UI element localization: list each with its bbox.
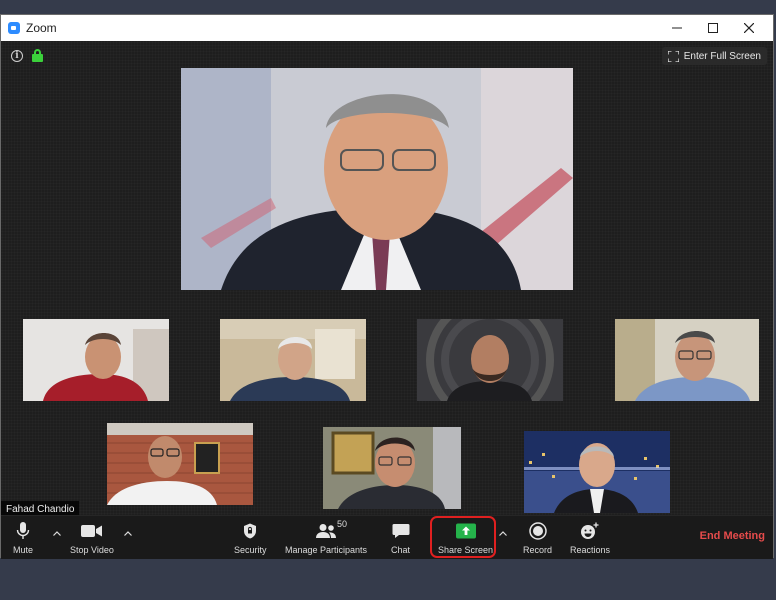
chat-button[interactable]: Chat xyxy=(391,520,410,555)
video-tile-participant-1[interactable] xyxy=(23,319,169,401)
participants-icon xyxy=(316,524,337,538)
video-tile-active-speaker[interactable] xyxy=(181,68,573,290)
microphone-icon xyxy=(16,522,30,539)
window-controls xyxy=(659,15,767,41)
video-options-caret[interactable] xyxy=(123,528,133,538)
zoom-window: Zoom i Enter Full Screen Fahad Chandio M… xyxy=(0,14,774,559)
meeting-status-icons: i xyxy=(11,49,43,62)
reactions-label: Reactions xyxy=(570,545,611,555)
manage-participants-button[interactable]: Manage Participants xyxy=(285,520,367,555)
video-feed xyxy=(23,319,169,401)
chat-icon xyxy=(392,524,409,538)
meeting-toolbar: Mute Stop Video Security Manage Particip… xyxy=(1,515,773,559)
record-label: Record xyxy=(523,545,553,555)
manage-participants-label: Manage Participants xyxy=(285,545,368,555)
chat-label: Chat xyxy=(391,545,411,555)
share-screen-highlight xyxy=(430,516,496,558)
enter-full-screen-button[interactable]: Enter Full Screen xyxy=(661,47,767,65)
stop-video-label: Stop Video xyxy=(70,545,114,555)
chevron-up-icon xyxy=(499,530,507,536)
lock-icon[interactable] xyxy=(32,49,43,62)
video-tile-participant-2[interactable] xyxy=(220,319,366,401)
security-label: Security xyxy=(234,545,267,555)
security-button[interactable]: Security xyxy=(234,520,267,555)
video-tile-participant-4[interactable] xyxy=(615,319,759,401)
video-tile-participant-7[interactable] xyxy=(524,431,670,513)
video-tile-participant-6[interactable] xyxy=(323,427,461,509)
close-icon xyxy=(744,23,754,33)
video-camera-icon xyxy=(80,525,102,537)
reactions-icon xyxy=(581,522,599,539)
enter-full-screen-label: Enter Full Screen xyxy=(683,50,761,62)
minimize-button[interactable] xyxy=(659,15,695,41)
video-feed xyxy=(323,427,461,509)
maximize-icon xyxy=(708,23,718,33)
video-feed xyxy=(107,423,253,505)
minimize-icon xyxy=(672,27,682,29)
video-feed xyxy=(615,319,759,401)
record-button[interactable]: Record xyxy=(523,520,552,555)
record-icon xyxy=(528,522,547,540)
audio-options-caret[interactable] xyxy=(52,528,62,538)
chevron-up-icon xyxy=(124,530,132,536)
stop-video-button[interactable]: Stop Video xyxy=(70,520,114,555)
maximize-button[interactable] xyxy=(695,15,731,41)
video-tile-participant-5[interactable] xyxy=(107,423,253,505)
video-feed xyxy=(524,431,670,513)
info-icon[interactable]: i xyxy=(11,49,23,62)
mute-button[interactable]: Mute xyxy=(13,520,33,555)
title-bar: Zoom xyxy=(1,15,773,41)
video-feed xyxy=(181,68,573,290)
fullscreen-icon xyxy=(667,50,679,62)
mute-label: Mute xyxy=(13,545,34,555)
zoom-app-icon xyxy=(8,22,20,34)
share-options-caret[interactable] xyxy=(498,528,508,538)
end-meeting-button[interactable]: End Meeting xyxy=(700,530,765,542)
reactions-button[interactable]: Reactions xyxy=(570,520,610,555)
video-tile-participant-3[interactable] xyxy=(417,319,563,401)
close-button[interactable] xyxy=(731,15,767,41)
window-title: Zoom xyxy=(26,21,57,35)
video-feed xyxy=(417,319,563,401)
chevron-up-icon xyxy=(53,530,61,536)
shield-icon xyxy=(244,523,257,539)
participants-count: 50 xyxy=(337,519,348,529)
video-feed xyxy=(220,319,366,401)
gallery-view: i Enter Full Screen Fahad Chandio xyxy=(1,41,773,517)
